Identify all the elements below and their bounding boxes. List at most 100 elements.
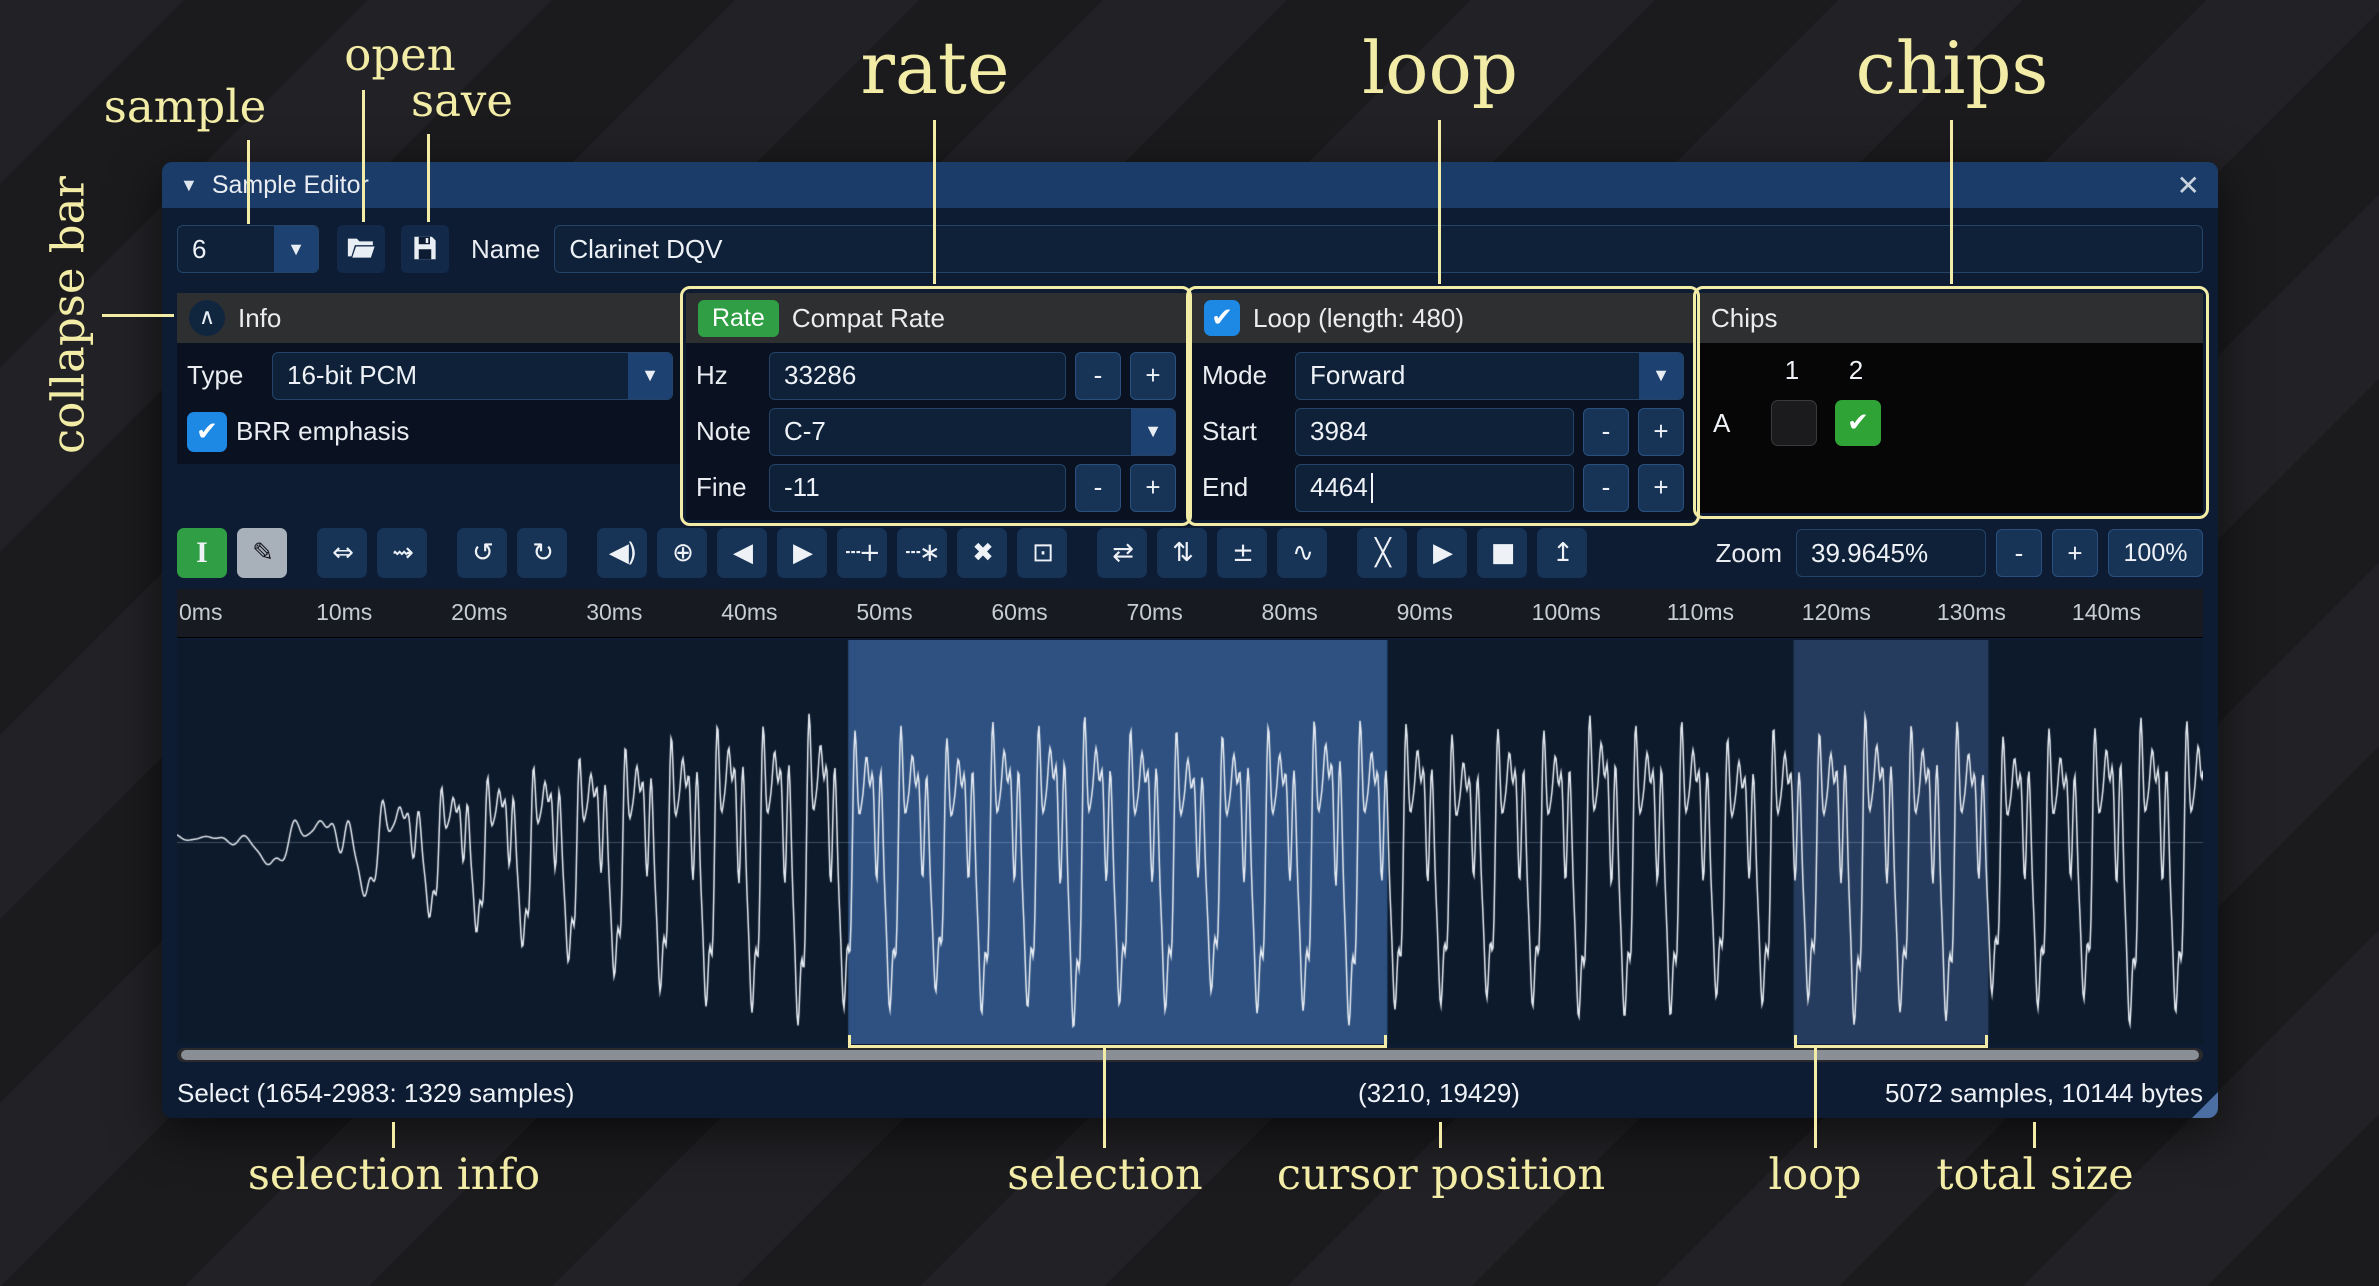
- annotation-sample-label: sample: [104, 80, 266, 133]
- undo-icon: ↺: [472, 540, 492, 566]
- fade-in-button[interactable]: ◀: [717, 528, 767, 578]
- close-icon[interactable]: ✕: [2177, 169, 2200, 202]
- name-label: Name: [471, 234, 540, 265]
- crossfade-icon: ╳: [1375, 540, 1389, 566]
- name-value: Clarinet DQV: [569, 234, 722, 265]
- zoom-value: 39.9645%: [1811, 538, 1928, 569]
- redo-button[interactable]: ↻: [517, 528, 567, 578]
- chevron-down-icon[interactable]: ▼: [628, 353, 672, 399]
- annotation-selection-bracket: [848, 1035, 1387, 1048]
- edit-mode-draw-button[interactable]: ✎: [237, 528, 287, 578]
- ruler-label: 30ms: [586, 599, 642, 626]
- annotation-collapse-bar-label: collapse bar: [42, 176, 95, 454]
- selection-info-text: Select (1654-2983: 1329 samples): [177, 1078, 574, 1109]
- ruler-label: 110ms: [1667, 599, 1734, 626]
- annotation-selection-label: selection: [1007, 1150, 1202, 1200]
- preview-button[interactable]: ▶: [1417, 528, 1467, 578]
- floppy-disk-icon: [410, 233, 440, 266]
- annotation-line: [1438, 120, 1441, 284]
- waveform-area[interactable]: [177, 640, 2203, 1044]
- name-input[interactable]: Clarinet DQV: [554, 225, 2203, 273]
- sample-number-select[interactable]: 6 ▼: [177, 225, 319, 273]
- ruler-label: 10ms: [316, 599, 372, 626]
- annotation-loop-label: loop: [1362, 26, 1518, 110]
- invert-button[interactable]: ⇅: [1157, 528, 1207, 578]
- zoom-out-button[interactable]: -: [1996, 529, 2042, 577]
- resample-icon: ⇝: [392, 540, 412, 566]
- chevron-down-icon[interactable]: ▼: [274, 226, 318, 272]
- preview-icon: ▶: [1433, 540, 1451, 566]
- apply-silence-icon: ┄∗: [905, 540, 938, 566]
- annotation-line: [102, 314, 174, 317]
- stop-preview-button[interactable]: ■: [1477, 528, 1527, 578]
- sample-type-select[interactable]: 16-bit PCM ▼: [272, 352, 673, 400]
- ruler-label: 80ms: [1262, 599, 1318, 626]
- check-icon: ✔: [196, 417, 218, 447]
- amplify-icon: ◀): [609, 540, 635, 566]
- zoom-reset-button[interactable]: 100%: [2108, 529, 2203, 577]
- annotation-chips-label: chips: [1856, 26, 2049, 110]
- delete-button[interactable]: ✖: [957, 528, 1007, 578]
- insert-silence-button[interactable]: ┄+: [837, 528, 887, 578]
- folder-open-icon: [346, 233, 376, 266]
- make-wavetable-button[interactable]: ↥: [1537, 528, 1587, 578]
- annotation-selection-info-label: selection info: [248, 1150, 540, 1200]
- filter-button[interactable]: ∿: [1277, 528, 1327, 578]
- annotation-line: [1950, 120, 1953, 284]
- undo-button[interactable]: ↺: [457, 528, 507, 578]
- resample-button[interactable]: ⇝: [377, 528, 427, 578]
- sign-invert-icon: ±: [1232, 540, 1252, 566]
- zoom-input[interactable]: 39.9645%: [1796, 529, 1986, 577]
- trim-button[interactable]: ⊡: [1017, 528, 1067, 578]
- resize-icon: ⇔: [332, 540, 352, 566]
- open-button[interactable]: [337, 225, 385, 273]
- waveform-display[interactable]: [177, 640, 2203, 1044]
- annotation-line: [1439, 1122, 1442, 1148]
- amplify-button[interactable]: ◀): [597, 528, 647, 578]
- normalize-button[interactable]: ⊕: [657, 528, 707, 578]
- crossfade-button[interactable]: ╳: [1357, 528, 1407, 578]
- annotation-loop-bottom-label: loop: [1768, 1150, 1861, 1200]
- titlebar[interactable]: ▼ Sample Editor ✕: [162, 162, 2218, 208]
- apply-silence-button[interactable]: ┄∗: [897, 528, 947, 578]
- ruler-label: 120ms: [1802, 599, 1871, 626]
- annotation-rate-box: [680, 286, 1192, 526]
- ruler-label: 130ms: [1937, 599, 2006, 626]
- time-ruler: 0ms10ms20ms30ms40ms50ms60ms70ms80ms90ms1…: [177, 589, 2203, 638]
- annotation-line: [2033, 1122, 2036, 1148]
- scrollbar-thumb[interactable]: [181, 1050, 2199, 1060]
- window-collapse-icon[interactable]: ▼: [180, 175, 198, 196]
- chevron-up-icon: ∧: [199, 307, 215, 329]
- cursor-position-text: (3210, 19429): [1358, 1078, 1520, 1109]
- edit-mode-select-icon: I: [196, 538, 208, 568]
- ruler-label: 0ms: [179, 599, 222, 626]
- edit-mode-select-button[interactable]: I: [177, 528, 227, 578]
- brr-emphasis-label: BRR emphasis: [236, 416, 409, 447]
- ruler-label: 90ms: [1397, 599, 1453, 626]
- brr-emphasis-checkbox[interactable]: ✔: [187, 412, 227, 452]
- fade-out-icon: ▶: [793, 540, 811, 566]
- fade-in-icon: ◀: [733, 540, 751, 566]
- trim-icon: ⊡: [1032, 540, 1052, 566]
- ruler-label: 50ms: [856, 599, 912, 626]
- fade-out-button[interactable]: ▶: [777, 528, 827, 578]
- delete-icon: ✖: [972, 540, 992, 566]
- zoom-in-button[interactable]: +: [2052, 529, 2098, 577]
- sign-invert-button[interactable]: ±: [1217, 528, 1267, 578]
- reverse-button[interactable]: ⇄: [1097, 528, 1147, 578]
- window-resize-grip[interactable]: [2192, 1092, 2218, 1118]
- annotation-line: [1814, 1048, 1817, 1148]
- save-button[interactable]: [401, 225, 449, 273]
- ruler-label: 140ms: [2072, 599, 2141, 626]
- redo-icon: ↻: [532, 540, 552, 566]
- annotation-chips-box: [1693, 286, 2209, 519]
- annotation-line: [362, 90, 365, 222]
- type-label: Type: [187, 360, 263, 391]
- sample-toolbar: I✎⇔⇝↺↻◀)⊕◀▶┄+┄∗✖⊡⇄⇅±∿╳▶■↥ Zoom 39.9645% …: [177, 528, 2203, 578]
- invert-icon: ⇅: [1172, 540, 1192, 566]
- annotation-loop-bracket: [1794, 1035, 1988, 1048]
- resize-button[interactable]: ⇔: [317, 528, 367, 578]
- collapse-bar-button[interactable]: ∧: [189, 300, 225, 336]
- waveform-scrollbar[interactable]: [177, 1048, 2203, 1062]
- insert-silence-icon: ┄+: [845, 540, 878, 566]
